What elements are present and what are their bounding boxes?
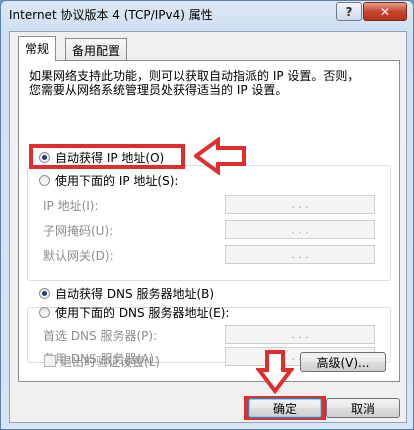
preferred-dns-field[interactable]: . . . xyxy=(225,325,375,344)
advanced-button[interactable]: 高级(V)... xyxy=(300,352,386,372)
ip-auto-label[interactable]: 自动获得 IP 地址(O) xyxy=(55,149,164,166)
window-title: Internet 协议版本 4 (TCP/IPv4) 属性 xyxy=(9,8,213,22)
cancel-button[interactable]: 取消 xyxy=(326,398,400,418)
help-button[interactable]: ? xyxy=(336,2,362,21)
ip-manual-label[interactable]: 使用下面的 IP 地址(S): xyxy=(55,172,178,189)
dns-auto-radio[interactable] xyxy=(39,288,50,299)
ip-manual-radio[interactable] xyxy=(39,175,50,186)
tab-alternate-config[interactable]: 备用配置 xyxy=(65,38,128,60)
arrow-left-icon xyxy=(194,137,246,175)
default-gateway-value: . . . xyxy=(291,248,309,261)
ip-address-label: IP 地址(I): xyxy=(43,199,99,213)
validate-checkbox[interactable] xyxy=(44,355,56,367)
dialog-body: 常规 备用配置 如果网络支持此功能，则可以获取自动指派的 IP 设置。否则， 您… xyxy=(9,31,407,423)
description-text: 如果网络支持此功能，则可以获取自动指派的 IP 设置。否则， 您需要从网络系统管… xyxy=(29,69,360,97)
ip-address-value: . . . xyxy=(291,198,309,211)
tab-panel: 如果网络支持此功能，则可以获取自动指派的 IP 设置。否则， 您需要从网络系统管… xyxy=(18,60,400,382)
dialog-window: Internet 协议版本 4 (TCP/IPv4) 属性 ? ✕ 常规 备用配… xyxy=(0,0,414,430)
dns-auto-label[interactable]: 自动获得 DNS 服务器地址(B) xyxy=(55,285,214,302)
dns-manual-radio[interactable] xyxy=(39,307,50,318)
dns-manual-label[interactable]: 使用下面的 DNS 服务器地址(E): xyxy=(55,304,229,321)
tab-general[interactable]: 常规 xyxy=(18,36,57,61)
validate-label[interactable]: 退出时验证设置(L) xyxy=(60,353,160,370)
default-gateway-label: 默认网关(D): xyxy=(43,249,114,263)
ip-auto-radio[interactable] xyxy=(39,152,50,163)
ok-button[interactable]: 确定 xyxy=(248,398,322,418)
close-button[interactable]: ✕ xyxy=(363,2,407,21)
title-bar: Internet 协议版本 4 (TCP/IPv4) 属性 ? ✕ xyxy=(1,1,413,27)
arrow-down-icon xyxy=(256,350,294,394)
subnet-mask-field[interactable]: . . . xyxy=(225,220,375,239)
default-gateway-field[interactable]: . . . xyxy=(225,245,375,264)
subnet-mask-label: 子网掩码(U): xyxy=(43,224,114,238)
preferred-dns-value: . . . xyxy=(291,328,309,341)
ip-address-field[interactable]: . . . xyxy=(225,195,375,214)
subnet-mask-value: . . . xyxy=(291,223,309,236)
preferred-dns-label: 首选 DNS 服务器(P): xyxy=(43,329,158,343)
